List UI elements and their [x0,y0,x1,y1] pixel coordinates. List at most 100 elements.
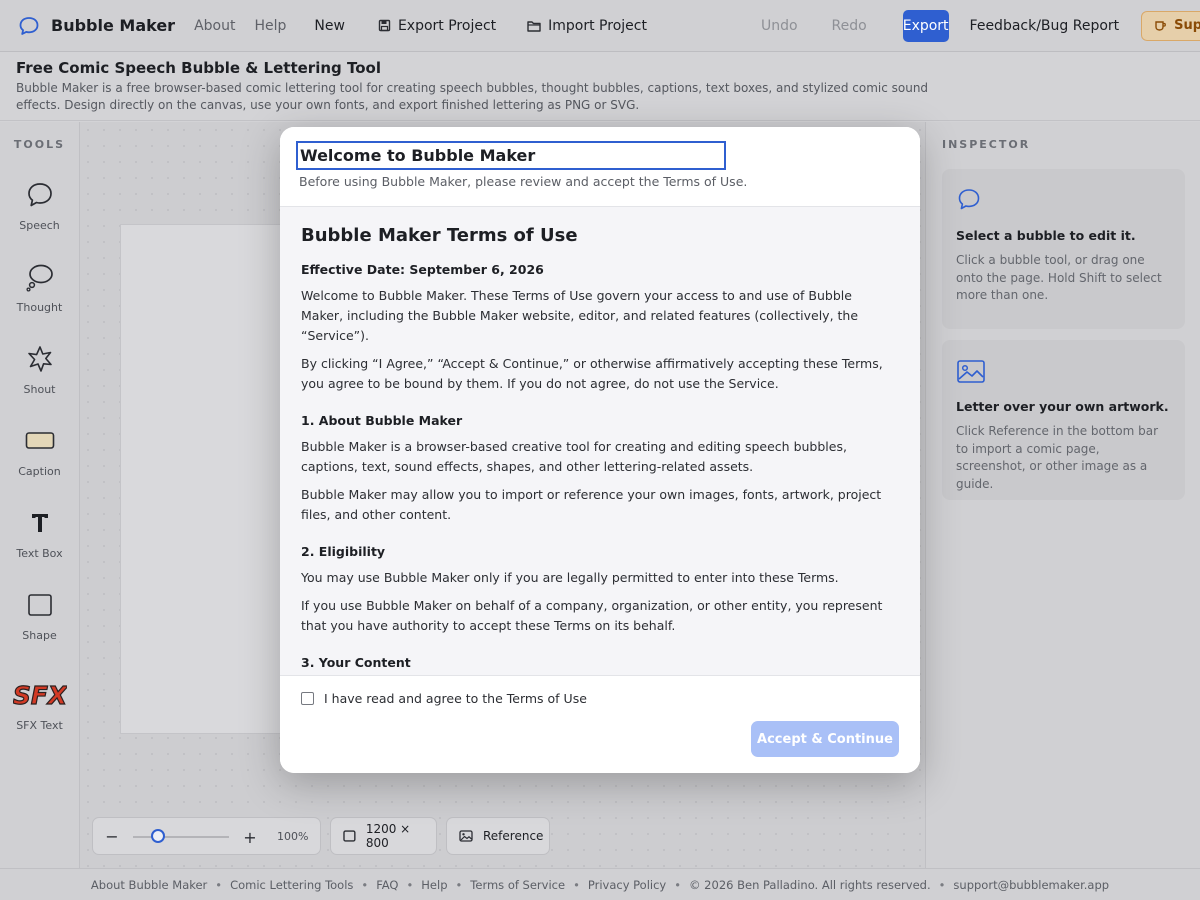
feedback-button[interactable]: Feedback/Bug Report [970,18,1120,34]
tool-shape[interactable]: Shape [0,588,79,642]
tool-label: Text Box [16,547,63,560]
footer-separator: • [938,877,946,892]
modal-title: Welcome to Bubble Maker [296,141,726,170]
tools-panel: TOOLS Speech Thought Shout Caption Text … [0,122,80,868]
frame-icon [343,830,356,842]
thought-bubble-icon [25,264,53,292]
modal-subtitle: Before using Bubble Maker, please review… [299,174,748,189]
tool-thought[interactable]: Thought [0,260,79,314]
footer-link-terms[interactable]: Terms of Service [470,878,565,892]
brand[interactable]: Bubble Maker [18,15,175,37]
app-name: Bubble Maker [51,16,176,35]
tools-title: TOOLS [13,138,66,151]
footer-separator: • [361,877,369,892]
inspector-card-text: Click Reference in the bottom bar to imp… [956,424,1159,491]
footer-link-about[interactable]: About Bubble Maker [91,878,207,892]
page-size-label: 1200 × 800 [365,822,411,850]
speech-bubble-icon [958,189,980,210]
footer-separator: • [674,877,682,892]
terms-paragraph: You may use Bubble Maker only if you are… [301,570,839,585]
tool-speech[interactable]: Speech [0,178,79,232]
svg-text:SFX: SFX [13,681,67,710]
tool-shout[interactable]: Shout [0,342,79,396]
modal-header: Welcome to Bubble Maker Before using Bub… [280,127,920,207]
support-button[interactable]: Support Bubb [1141,10,1200,41]
zoom-out-button[interactable]: − [105,827,119,846]
terms-paragraph: Welcome to Bubble Maker. These Terms of … [301,288,859,343]
terms-section-heading: 1. About Bubble Maker [301,413,463,428]
tool-caption[interactable]: Caption [0,424,79,478]
terms-section-heading: 2. Eligibility [301,544,386,559]
zoom-level: 100% [277,830,309,843]
tool-label: Shout [23,383,56,396]
feedback-label: Feedback/Bug Report [969,17,1120,34]
terms-paragraph: If you use Bubble Maker on behalf of a c… [301,598,883,633]
inspector-card-heading: Select a bubble to edit it. [956,228,1136,243]
tool-label: Caption [18,465,61,478]
terms-scroll-area[interactable]: Bubble Maker Terms of Use Effective Date… [280,207,920,675]
text-t-icon [31,514,48,532]
modal-footer: I have read and agree to the Terms of Us… [280,675,920,773]
save-icon [378,19,391,32]
inspector-panel: INSPECTOR Select a bubble to edit it. Cl… [925,122,1200,868]
image-icon [459,830,473,842]
footer-link-faq[interactable]: FAQ [376,878,398,892]
tool-label: Speech [19,219,60,232]
terms-paragraph: Bubble Maker may allow you to import or … [301,487,882,522]
agree-checkbox-row[interactable]: I have read and agree to the Terms of Us… [301,691,587,706]
page-size-button[interactable]: 1200 × 800 [330,817,437,855]
footer-link-lettering-tools[interactable]: Comic Lettering Tools [230,878,353,892]
inspector-card-select: Select a bubble to edit it. Click a bubb… [942,169,1185,329]
agree-label: I have read and agree to the Terms of Us… [324,691,587,706]
inspector-title: INSPECTOR [942,138,1031,151]
footer-copyright: © 2026 Ben Palladino. All rights reserve… [689,877,931,892]
terms-modal: Welcome to Bubble Maker Before using Bub… [280,127,920,773]
square-shape-icon [27,594,52,616]
tool-text-box[interactable]: Text Box [0,506,79,560]
inspector-card-heading: Letter over your own artwork. [956,399,1169,414]
redo-button[interactable]: Redo [832,18,867,34]
export-project-label: Export Project [397,17,497,34]
nav-help-link[interactable]: Help [254,18,286,34]
tool-sfx-text[interactable]: SFX SFX Text [0,678,79,732]
intro-section: Free Comic Speech Bubble & Lettering Too… [0,53,1200,121]
terms-paragraph: By clicking “I Agree,” “Accept & Continu… [301,356,883,391]
accept-continue-button[interactable]: Accept & Continue [751,721,899,757]
footer-link-privacy[interactable]: Privacy Policy [588,878,666,892]
footer-link-help[interactable]: Help [421,878,447,892]
agree-checkbox[interactable] [301,692,314,705]
bottom-bar: − + 100% 1200 × 800 Reference [92,817,559,855]
terms-effective-date: Effective Date: September 6, 2026 [301,262,544,277]
sfx-logo-icon: SFX [13,680,67,710]
footer-support-email[interactable]: support@bubblemaker.app [953,878,1109,892]
speech-bubble-icon [18,15,40,37]
top-bar: Bubble Maker About Help New Export Proje… [0,0,1200,52]
tool-label: Shape [22,629,57,642]
export-project-button[interactable]: Export Project [378,18,496,34]
export-button[interactable]: Export [902,9,949,42]
reference-button[interactable]: Reference [446,817,550,855]
zoom-control: − + 100% [92,817,321,855]
new-button[interactable]: New [314,18,345,34]
speech-bubble-icon [27,183,52,207]
support-label: Support Bubb [1174,18,1200,33]
inspector-card-reference: Letter over your own artwork. Click Refe… [942,340,1185,500]
zoom-in-button[interactable]: + [243,828,257,847]
page-description: Bubble Maker is a free browser-based com… [16,81,929,112]
page-title: Free Comic Speech Bubble & Lettering Too… [16,59,381,77]
footer-separator: • [406,877,414,892]
coffee-cup-icon [1155,21,1167,31]
tool-label: SFX Text [16,719,63,732]
import-project-button[interactable]: Import Project [527,18,647,34]
footer: About Bubble Maker • Comic Lettering Tool… [0,868,1200,900]
zoom-slider-thumb[interactable] [151,829,165,843]
image-icon [957,360,985,383]
footer-separator: • [215,877,223,892]
shout-burst-icon [27,346,52,372]
nav-about-link[interactable]: About [194,18,235,34]
folder-icon [527,20,541,32]
undo-button[interactable]: Undo [761,18,798,34]
terms-section-heading: 3. Your Content [301,655,411,670]
zoom-slider-track[interactable] [133,836,229,838]
tool-label: Thought [16,301,63,314]
